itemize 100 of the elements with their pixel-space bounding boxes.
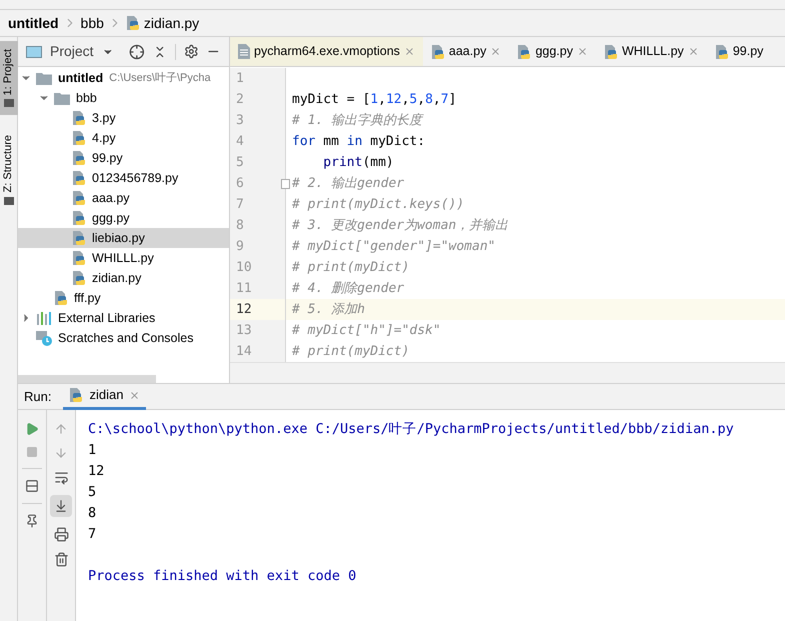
python-file-icon [72,210,86,226]
close-icon[interactable] [576,46,588,57]
tree-item[interactable]: aaa.py [18,188,229,208]
print-icon[interactable] [54,527,68,542]
line-number: 11 [236,280,252,298]
editor-tab[interactable]: 99.py [706,37,772,66]
tree-item[interactable]: 4.py [18,128,229,148]
tree-label: bbb [76,90,97,107]
editor-tab[interactable]: WHILLL.py [596,37,707,66]
python-file-icon [54,290,68,306]
python-file-icon [72,270,86,286]
console-line: 5 [88,483,96,502]
settings-icon[interactable] [184,44,198,59]
tree-item[interactable]: fff.py [18,288,229,308]
python-file-icon [69,387,84,403]
tree-label: Scratches and Consoles [58,330,194,347]
scroll-to-end-icon [54,499,68,513]
code-line: for mm in myDict: [292,132,426,151]
line-number: 14 [236,342,252,361]
trash-icon[interactable] [54,552,68,567]
scroll-to-end-button[interactable] [50,495,72,517]
editor-tab[interactable]: pycharm64.exe.vmoptions [230,37,423,66]
editor-tab[interactable]: aaa.py [422,37,510,66]
tree-label: zidian.py [92,270,142,287]
layout-icon[interactable] [25,479,39,493]
tree-label: untitled [58,70,104,87]
run-label: Run: [24,388,52,406]
breadcrumb-item[interactable]: untitled [8,12,59,34]
tool-window-tab[interactable]: Z: Structure [0,127,18,213]
line-number: 1 [236,70,244,88]
code-line: # 4. 删除gender [292,280,404,298]
scrollbar[interactable] [18,375,156,383]
folder-icon [36,72,52,84]
python-file-icon [72,150,86,166]
code-line: # 5. 添加h [292,300,365,319]
tree-item[interactable]: Scratches and Consoles [18,328,229,348]
panel-title[interactable]: Project [50,41,94,62]
console-line: 12 [88,462,104,482]
scratches-icon [36,330,52,346]
line-number: 10 [236,258,252,277]
line-number: 2 [236,90,244,109]
python-file-icon [72,230,86,246]
tree-item[interactable]: 0123456789.py [18,168,229,188]
tree-label: liebiao.py [92,230,145,247]
line-number: 7 [236,196,244,214]
fold-marker-icon[interactable] [281,178,290,188]
tree-label: External Libraries [58,310,156,327]
close-icon[interactable] [404,46,415,57]
folder-icon [54,92,70,104]
python-file-icon [604,44,618,60]
line-number: 8 [236,216,244,235]
code-line: # myDict["gender"]="woman" [292,238,496,256]
code-line: # 2. 输出gender [292,174,404,193]
tree-label: fff.py [74,290,101,307]
code-line: print(mm) [322,154,394,172]
close-icon[interactable] [490,46,502,57]
soft-wrap-icon[interactable] [54,470,68,485]
tree-item[interactable]: zidian.py [18,268,229,288]
line-number: 9 [236,238,244,256]
tree-label: 3.py [92,110,116,127]
python-file-icon [126,15,140,31]
python-file-icon [72,130,86,146]
python-file-icon [714,44,729,60]
tool-window-tab[interactable]: 1: Project [0,41,18,116]
tree-item[interactable]: 3.py [18,108,229,128]
tree-item[interactable]: untitled C:\Users\叶子\Pycha [18,68,229,88]
console-line: 1 [88,441,96,460]
tree-label: ggg.py [92,210,130,227]
tree-item[interactable]: liebiao.py [18,228,229,248]
pin-icon[interactable] [25,514,39,528]
tree-label: 4.py [92,130,116,147]
python-file-icon [517,44,532,60]
python-file-icon [72,190,86,206]
close-icon[interactable] [129,390,140,400]
breadcrumb-item[interactable]: bbb [80,12,104,34]
line-number: 13 [236,322,252,340]
console-line: C:\school\python\python.exe C:/Users/叶子/PycharmProjects/untitled/bbb/zidian.py [88,420,734,440]
code-line: # myDict["h"]="dsk" [292,322,441,340]
code-line: # print(myDict.keys()) [292,196,464,214]
code-line: # print(myDict) [292,258,410,277]
code-line: # print(myDict) [292,342,410,361]
python-file-icon [430,44,445,60]
tree-label: 99.py [92,150,123,167]
breadcrumb-item[interactable]: zidian.py [144,12,200,34]
tree-item[interactable]: ggg.py [18,208,229,228]
python-file-icon [72,110,86,126]
code-line: # 3. 更改gender为woman，并输出 [292,216,508,235]
tree-item[interactable]: WHILLL.py [18,248,229,268]
run-icon[interactable] [25,422,39,436]
tree-item[interactable]: bbb [18,88,229,108]
tree-item[interactable]: External Libraries [18,308,229,328]
close-icon[interactable] [688,46,699,57]
line-number: 6 [236,174,244,193]
text-file-icon [238,44,250,59]
locate-icon[interactable] [129,44,145,60]
tree-item[interactable]: 99.py [18,148,229,168]
editor-tab[interactable]: ggg.py [509,37,596,66]
code-line: # 1. 输出字典的长度 [292,112,422,130]
code-line: myDict = [1,12,5,8,7] [292,90,456,109]
tree-path: C:\Users\叶子\Pycha [109,70,211,86]
